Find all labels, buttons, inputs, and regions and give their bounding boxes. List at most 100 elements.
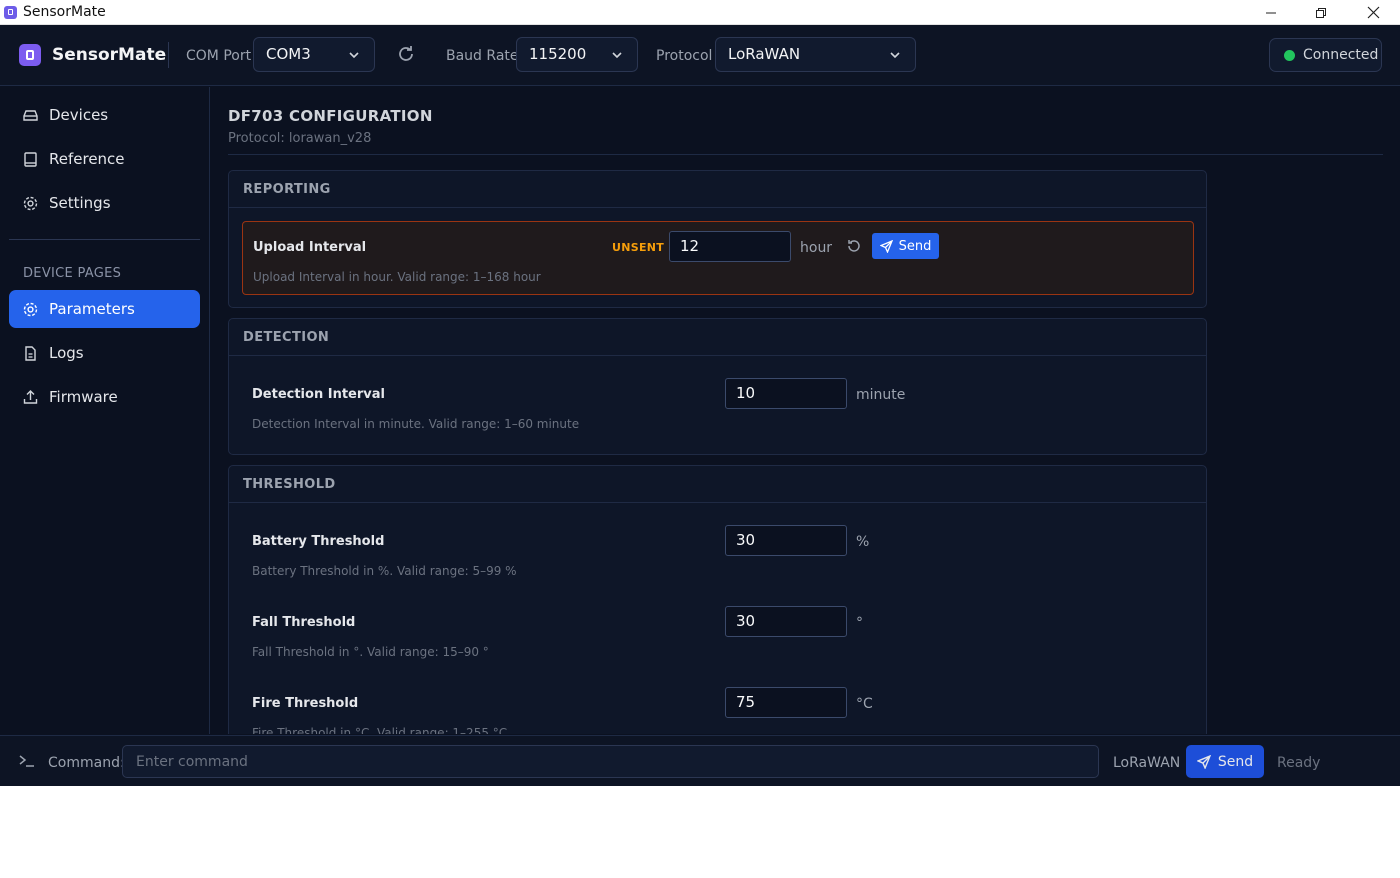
param-name: Battery Threshold xyxy=(252,534,385,549)
command-bar: Command: LoRaWAN Send Ready xyxy=(0,735,1400,786)
sidebar-divider xyxy=(9,239,200,240)
param-unit: hour xyxy=(800,240,833,256)
com-port-label: COM Port xyxy=(186,48,252,64)
app-root: SensorMate COM Port COM3 Baud Rate 11520… xyxy=(0,25,1400,786)
sidebar-item-label: Settings xyxy=(49,194,111,212)
sidebar-item-settings[interactable]: Settings xyxy=(9,184,200,222)
send-icon xyxy=(879,239,893,253)
restore-button[interactable] xyxy=(1296,0,1346,25)
baud-rate-select[interactable]: 115200 xyxy=(516,37,638,72)
app-icon xyxy=(4,5,17,19)
status-dot-icon xyxy=(1284,50,1295,61)
divider xyxy=(228,154,1383,155)
main-content: DF703 CONFIGURATION Protocol: lorawan_v2… xyxy=(211,87,1400,734)
command-send-button[interactable]: Send xyxy=(1186,745,1264,778)
chevron-down-icon xyxy=(612,52,622,59)
sidebar-item-label: Devices xyxy=(49,106,109,124)
sidebar-item-reference[interactable]: Reference xyxy=(9,140,200,178)
minimize-icon xyxy=(1266,12,1276,13)
section-reporting: REPORTING Upload Interval UNSENT 12 hour… xyxy=(228,170,1207,308)
upload-icon xyxy=(23,389,38,404)
section-title: REPORTING xyxy=(229,171,1206,208)
chevron-down-icon xyxy=(890,52,900,59)
param-name: Detection Interval xyxy=(252,387,385,402)
status-text: Ready xyxy=(1277,755,1321,771)
divider xyxy=(168,42,169,68)
window-titlebar: SensorMate xyxy=(0,0,1400,25)
sidebar-item-logs[interactable]: Logs xyxy=(9,334,200,372)
close-icon xyxy=(1367,6,1379,19)
connection-status-badge: Connected xyxy=(1269,38,1382,72)
logo-icon xyxy=(19,44,41,66)
sidebar-item-label: Reference xyxy=(49,150,125,168)
param-description: Battery Threshold in %. Valid range: 5–9… xyxy=(252,564,517,578)
protocol-subtitle: Protocol: lorawan_v28 xyxy=(228,131,372,146)
baud-rate-label: Baud Rate xyxy=(446,48,519,64)
minimize-button[interactable] xyxy=(1246,0,1296,25)
param-description: Fall Threshold in °. Valid range: 15–90 … xyxy=(252,645,489,659)
param-unit: minute xyxy=(856,387,906,403)
chevron-down-icon xyxy=(349,52,359,59)
book-icon xyxy=(24,151,37,167)
fire-threshold-input[interactable]: 75 xyxy=(725,687,847,718)
com-port-value: COM3 xyxy=(266,45,311,63)
protocol-select[interactable]: LoRaWAN xyxy=(715,37,916,72)
param-fall-threshold: Fall Threshold 30 ° Fall Threshold in °.… xyxy=(242,597,1194,671)
param-fire-threshold: Fire Threshold 75 °C Fire Threshold in °… xyxy=(242,678,1194,734)
param-detection-interval: Detection Interval 10 minute Detection I… xyxy=(242,369,1194,443)
sidebar: Devices Reference Settings DEVICE PAGES … xyxy=(0,87,210,734)
param-description: Detection Interval in minute. Valid rang… xyxy=(252,417,580,431)
window-title: SensorMate xyxy=(23,4,106,20)
refresh-icon[interactable] xyxy=(396,44,416,64)
section-title: THRESHOLD xyxy=(229,466,1206,503)
send-button[interactable]: Send xyxy=(872,233,939,259)
restore-icon xyxy=(1316,7,1326,18)
sidebar-item-label: Firmware xyxy=(49,388,118,406)
param-description: Upload Interval in hour. Valid range: 1–… xyxy=(253,270,541,284)
command-protocol: LoRaWAN xyxy=(1113,755,1181,771)
gear-icon xyxy=(23,196,38,210)
param-unit: °C xyxy=(856,696,873,712)
param-name: Fire Threshold xyxy=(252,696,359,711)
param-description: Fire Threshold in °C. Valid range: 1–255… xyxy=(252,726,508,734)
device-pages-heading: DEVICE PAGES xyxy=(23,266,122,281)
baud-rate-value: 115200 xyxy=(529,45,587,63)
page-title: DF703 CONFIGURATION xyxy=(228,107,433,125)
param-name: Fall Threshold xyxy=(252,615,356,630)
param-unit: ° xyxy=(856,615,863,631)
top-toolbar: SensorMate COM Port COM3 Baud Rate 11520… xyxy=(0,25,1400,86)
brand-name: SensorMate xyxy=(52,45,167,65)
gear-icon xyxy=(23,302,38,316)
reset-icon[interactable] xyxy=(846,238,862,254)
connection-status-text: Connected xyxy=(1303,47,1379,63)
send-icon xyxy=(1196,754,1211,769)
battery-threshold-input[interactable]: 30 xyxy=(725,525,847,556)
param-name: Upload Interval xyxy=(253,240,367,255)
sidebar-item-parameters[interactable]: Parameters xyxy=(9,290,200,328)
param-battery-threshold: Battery Threshold 30 % Battery Threshold… xyxy=(242,516,1194,590)
fall-threshold-input[interactable]: 30 xyxy=(725,606,847,637)
com-port-select[interactable]: COM3 xyxy=(253,37,375,72)
command-input[interactable] xyxy=(122,745,1099,778)
detection-interval-input[interactable]: 10 xyxy=(725,378,847,409)
section-title: DETECTION xyxy=(229,319,1206,356)
param-upload-interval: Upload Interval UNSENT 12 hour Send Uplo… xyxy=(242,221,1194,295)
section-threshold: THRESHOLD Battery Threshold 30 % Battery… xyxy=(228,465,1207,734)
send-label: Send xyxy=(1217,753,1254,770)
upload-interval-input[interactable]: 12 xyxy=(669,231,791,262)
terminal-icon xyxy=(19,755,34,767)
file-icon xyxy=(25,345,36,361)
unsent-badge: UNSENT xyxy=(612,241,665,254)
sidebar-item-devices[interactable]: Devices xyxy=(9,96,200,134)
section-detection: DETECTION Detection Interval 10 minute D… xyxy=(228,318,1207,455)
sidebar-item-label: Logs xyxy=(49,344,84,362)
devices-icon xyxy=(23,109,38,121)
sidebar-item-firmware[interactable]: Firmware xyxy=(9,378,200,416)
close-button[interactable] xyxy=(1348,0,1398,25)
send-label: Send xyxy=(898,238,932,254)
sidebar-item-label: Parameters xyxy=(49,300,135,318)
param-unit: % xyxy=(856,534,870,550)
command-label: Command: xyxy=(48,755,125,771)
protocol-value: LoRaWAN xyxy=(728,45,801,63)
protocol-label: Protocol xyxy=(656,48,713,64)
